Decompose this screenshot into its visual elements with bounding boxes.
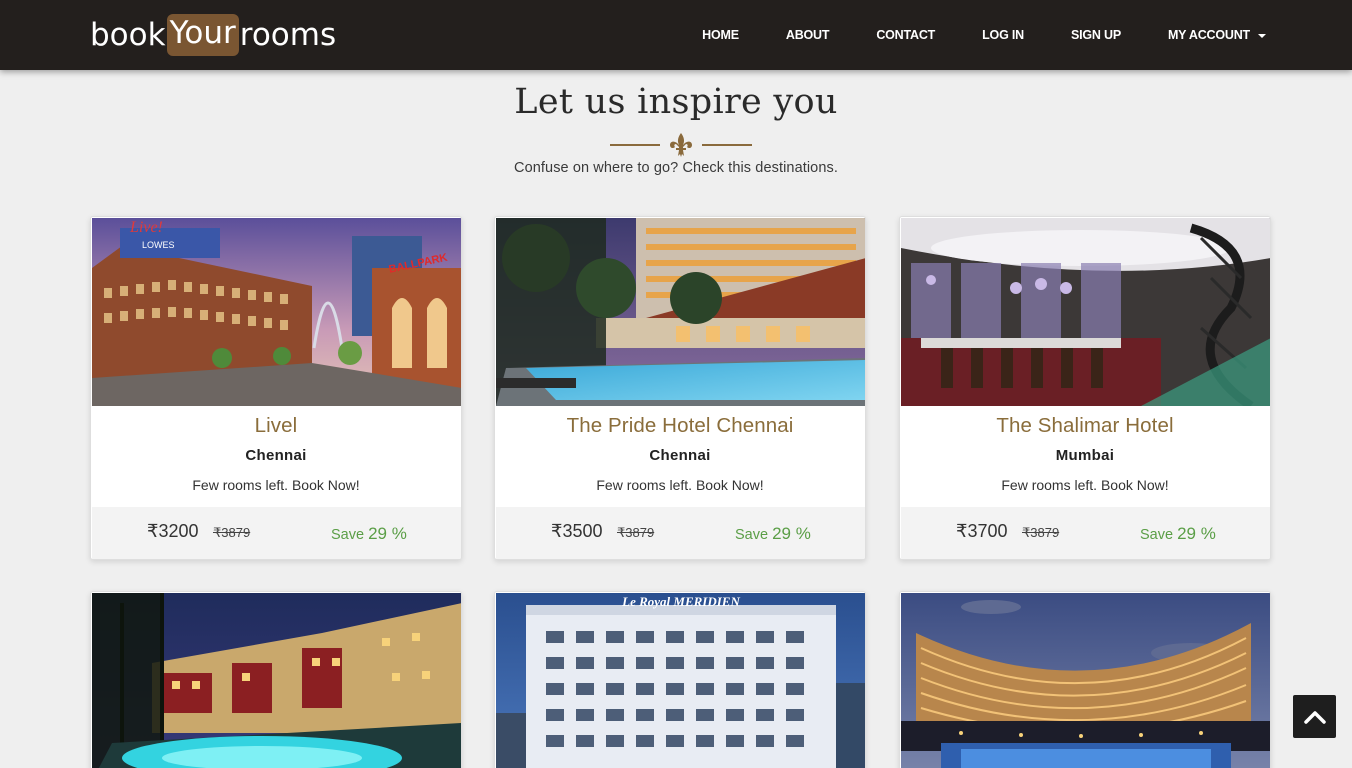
save-percent: 29 % [368,524,407,543]
hotel-photo[interactable] [92,593,461,768]
back-to-top-button[interactable] [1293,695,1336,738]
hotel-photo[interactable]: Le Royal MERIDIEN [496,593,865,768]
nav-login[interactable]: LOG IN [982,28,1024,42]
hotel-name[interactable]: Livel [91,414,461,438]
fleur-de-lis-icon [670,133,692,157]
hotel-city: Mumbai [1055,447,1115,464]
save-percent: 29 % [772,524,811,543]
caret-down-icon [1258,33,1266,38]
hotel-card[interactable] [90,591,462,768]
save-percent: 29 % [1177,524,1216,543]
original-price: ₹3879 [213,525,251,540]
hotel-card[interactable] [899,591,1271,768]
savings-label: Save 29 % [735,524,811,544]
savings-label: Save 29 % [331,524,407,544]
price-bar: ₹3200 ₹3879 Save 29 % [92,507,461,559]
save-text: Save [1140,527,1174,543]
hotel-photo[interactable]: Live! LOWES BALLPARK [92,218,461,406]
nav-home[interactable]: HOME [702,28,739,42]
nav-about[interactable]: ABOUT [786,28,830,42]
hotel-card[interactable]: Le Royal MERIDIEN [494,591,866,768]
current-price: ₹3700 [956,521,1008,541]
availability-note: Few rooms left. Book Now! [596,477,764,493]
hotel-name[interactable]: The Pride Hotel Chennai [495,414,865,438]
hotel-card[interactable]: Live! LOWES BALLPARK Livel Chennai Few r… [90,216,462,560]
section-title: Let us inspire you [514,82,838,122]
photo-sign-live: Live! [129,219,163,236]
original-price: ₹3879 [1022,525,1060,540]
hotel-photo[interactable] [901,593,1270,768]
save-text: Save [735,527,769,543]
main-nav: HOME ABOUT CONTACT LOG IN SIGN UP MY ACC… [655,0,1266,70]
nav-my-account-label: MY ACCOUNT [1167,28,1250,42]
logo-text-your: Your [166,14,239,56]
current-price: ₹3500 [551,521,603,541]
hotel-city: Chennai [649,447,711,464]
chevron-up-icon [1303,710,1326,724]
hotel-photo[interactable] [496,218,865,406]
nav-contact[interactable]: CONTACT [876,28,935,42]
hotel-city: Chennai [245,447,307,464]
original-price: ₹3879 [617,525,655,540]
photo-sign-le-royal-meridien: Le Royal MERIDIEN [621,594,740,609]
savings-label: Save 29 % [1140,524,1216,544]
top-navbar: book Your rooms HOME ABOUT CONTACT LOG IN … [0,0,1352,70]
nav-signup[interactable]: SIGN UP [1071,28,1121,42]
price-bar: ₹3700 ₹3879 Save 29 % [901,507,1270,559]
current-price: ₹3200 [147,521,199,541]
hotel-card[interactable]: The Shalimar Hotel Mumbai Few rooms left… [899,216,1271,560]
brand-logo[interactable]: book Your rooms [90,12,336,58]
photo-sign-lowes: LOWES [142,240,175,250]
section-subtitle: Confuse on where to go? Check this desti… [514,160,838,176]
availability-note: Few rooms left. Book Now! [1001,477,1169,493]
hotel-card[interactable]: The Pride Hotel Chennai Chennai Few room… [494,216,866,560]
title-divider [610,132,752,158]
hotel-photo[interactable] [901,218,1270,406]
nav-my-account[interactable]: MY ACCOUNT [1168,28,1266,42]
price-bar: ₹3500 ₹3879 Save 29 % [496,507,865,559]
hotel-name[interactable]: The Shalimar Hotel [900,414,1270,438]
logo-text-book: book [90,17,166,53]
save-text: Save [331,527,365,543]
logo-text-rooms: rooms [239,17,337,53]
availability-note: Few rooms left. Book Now! [192,477,360,493]
